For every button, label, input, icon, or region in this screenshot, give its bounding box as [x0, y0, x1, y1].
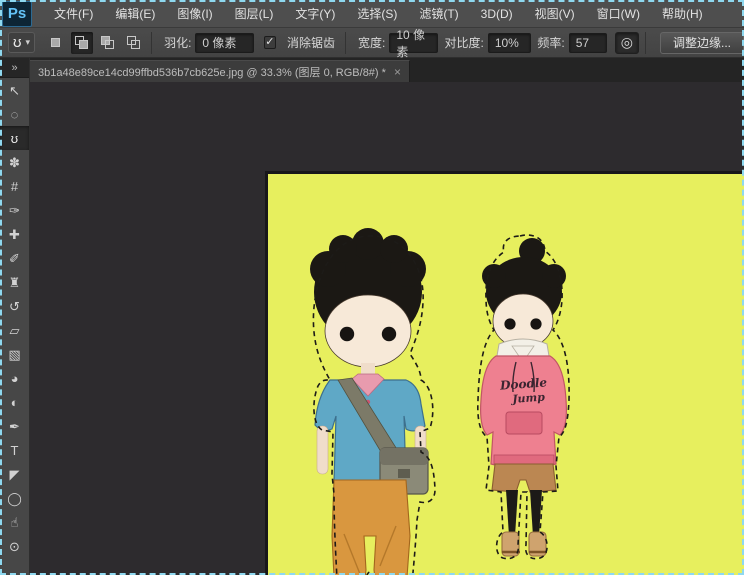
boy-figure [310, 228, 435, 575]
cartoon-illustration: Doodle Jump [268, 174, 744, 575]
contrast-label: 对比度: [444, 34, 483, 51]
new-selection-icon [51, 38, 60, 47]
menu-layer[interactable]: 图层(L) [235, 5, 274, 22]
selection-mode-group [45, 32, 145, 54]
subtract-from-selection-button[interactable] [97, 32, 119, 54]
options-bar: ʊ ▾ 羽化: 0 像素 ✓ 消除锯齿 宽度: 10 [0, 28, 744, 58]
history-brush-tool[interactable]: ↺ [0, 294, 29, 318]
menu-items: 文件(F) 编辑(E) 图像(I) 图层(L) 文字(Y) 选择(S) 滤镜(T… [54, 5, 703, 22]
dodge-tool[interactable]: ◐ [0, 390, 29, 414]
menu-select[interactable]: 选择(S) [357, 5, 397, 22]
close-icon[interactable]: × [394, 65, 401, 79]
hoodie-text-line2: Jump [510, 391, 546, 406]
separator [345, 32, 346, 54]
width-label: 宽度: [358, 34, 385, 51]
ps-logo: Ps [2, 1, 32, 27]
blur-tool[interactable]: ◕ [0, 366, 29, 390]
magnetic-lasso-tool[interactable]: ʊ [0, 126, 29, 150]
menu-view[interactable]: 视图(V) [535, 5, 575, 22]
girl-figure: Doodle Jump [478, 235, 569, 559]
photoshop-window: Ps 文件(F) 编辑(E) 图像(I) 图层(L) 文字(Y) 选择(S) 滤… [0, 0, 744, 575]
zoom-tool[interactable]: ⊙ [0, 534, 29, 558]
eyedropper-tool[interactable]: ✑ [0, 198, 29, 222]
magnetic-lasso-icon: ʊ [13, 35, 22, 50]
document-title: 3b1a48e89ce14cd99ffbd536b7cb625e.jpg @ 3… [38, 64, 386, 80]
antialias-checkbox[interactable]: ✓ [264, 36, 276, 49]
healing-brush-tool[interactable]: ✚ [0, 222, 29, 246]
path-selection-tool[interactable]: ◤ [0, 462, 29, 486]
frequency-input[interactable]: 57 [569, 33, 607, 53]
menu-image[interactable]: 图像(I) [177, 5, 212, 22]
tool-list: ↖ ◌ ʊ ✽ # ✑ ✚ ✐ ♜ ↺ ▱ ▧ ◕ ◐ ✒ T ◤ ◯ ☝ ⊙ [0, 78, 29, 558]
contrast-input[interactable]: 10% [488, 33, 532, 53]
menu-window[interactable]: 窗口(W) [597, 5, 640, 22]
tools-panel: » ↖ ◌ ʊ ✽ # ✑ ✚ ✐ ♜ ↺ ▱ ▧ ◕ ◐ ✒ T ◤ ◯ ☝ … [0, 58, 30, 575]
clone-stamp-tool[interactable]: ♜ [0, 270, 29, 294]
menu-bar: Ps 文件(F) 编辑(E) 图像(I) 图层(L) 文字(Y) 选择(S) 滤… [0, 0, 744, 28]
antialias-label: 消除锯齿 [287, 34, 335, 51]
gradient-tool[interactable]: ▧ [0, 342, 29, 366]
pen-pressure-icon: ◎ [621, 34, 633, 51]
menu-file[interactable]: 文件(F) [54, 5, 93, 22]
type-tool[interactable]: T [0, 438, 29, 462]
brush-tool[interactable]: ✐ [0, 246, 29, 270]
quick-selection-tool[interactable]: ✽ [0, 150, 29, 174]
elliptical-marquee-tool[interactable]: ◌ [0, 102, 29, 126]
menu-3d[interactable]: 3D(D) [481, 7, 513, 21]
separator [645, 32, 646, 54]
separator [151, 32, 152, 54]
crop-tool[interactable]: # [0, 174, 29, 198]
feather-input[interactable]: 0 像素 [195, 33, 253, 53]
pen-pressure-button[interactable]: ◎ [615, 32, 639, 54]
menu-filter[interactable]: 滤镜(T) [419, 5, 458, 22]
pen-tool[interactable]: ✒ [0, 414, 29, 438]
document-tab[interactable]: 3b1a48e89ce14cd99ffbd536b7cb625e.jpg @ 3… [30, 60, 410, 82]
hand-tool[interactable]: ☝ [0, 510, 29, 534]
menu-type[interactable]: 文字(Y) [295, 5, 335, 22]
feather-label: 羽化: [164, 34, 191, 51]
eraser-tool[interactable]: ▱ [0, 318, 29, 342]
menu-edit[interactable]: 编辑(E) [115, 5, 155, 22]
ellipse-shape-tool[interactable]: ◯ [0, 486, 29, 510]
document-image[interactable]: Doodle Jump [265, 171, 744, 575]
chevron-down-icon: ▾ [26, 37, 31, 48]
refine-edge-button[interactable]: 调整边缘... [660, 32, 744, 54]
add-to-selection-button[interactable] [71, 32, 93, 54]
intersect-selection-button[interactable] [123, 32, 145, 54]
tab-strip: 3b1a48e89ce14cd99ffbd536b7cb625e.jpg @ 3… [30, 58, 744, 82]
tool-preset-picker[interactable]: ʊ ▾ [8, 32, 35, 53]
menu-help[interactable]: 帮助(H) [662, 5, 703, 22]
width-input[interactable]: 10 像素 [389, 33, 438, 53]
frequency-label: 频率: [537, 34, 564, 51]
new-selection-button[interactable] [45, 32, 67, 54]
canvas-area[interactable]: Doodle Jump [30, 82, 744, 575]
move-tool[interactable]: ↖ [0, 78, 29, 102]
toolbar-collapse-button[interactable]: » [0, 58, 29, 78]
